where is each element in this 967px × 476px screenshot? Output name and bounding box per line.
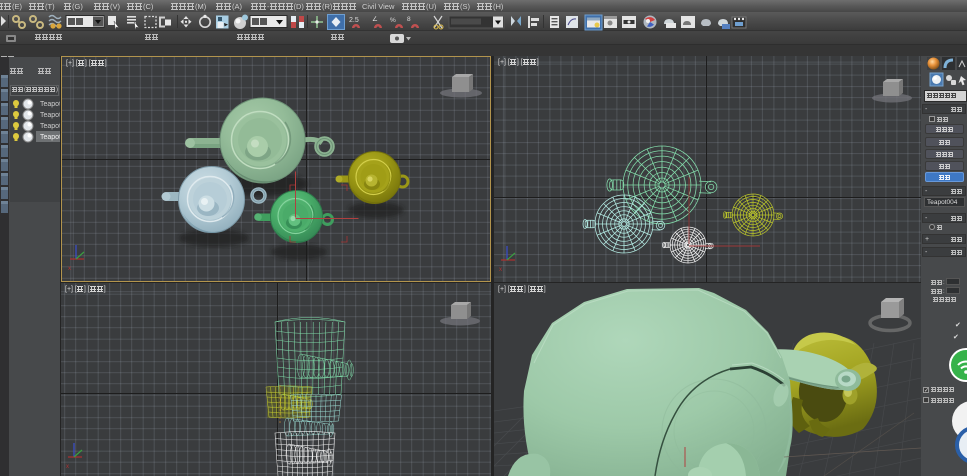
svg-text:%: %	[390, 17, 396, 24]
svg-text:8: 8	[407, 16, 411, 23]
svg-text:2.5: 2.5	[349, 17, 359, 24]
svg-text:x: x	[68, 266, 71, 272]
svg-text:Teapot: Teapot	[40, 112, 60, 119]
svg-text:x: x	[499, 267, 502, 273]
svg-text:x: x	[66, 464, 69, 470]
svg-text:Teapot: Teapot	[40, 123, 60, 130]
svg-text:Teapot: Teapot	[40, 134, 60, 141]
svg-text:∠: ∠	[372, 15, 378, 23]
svg-text:Teapot: Teapot	[40, 101, 60, 108]
